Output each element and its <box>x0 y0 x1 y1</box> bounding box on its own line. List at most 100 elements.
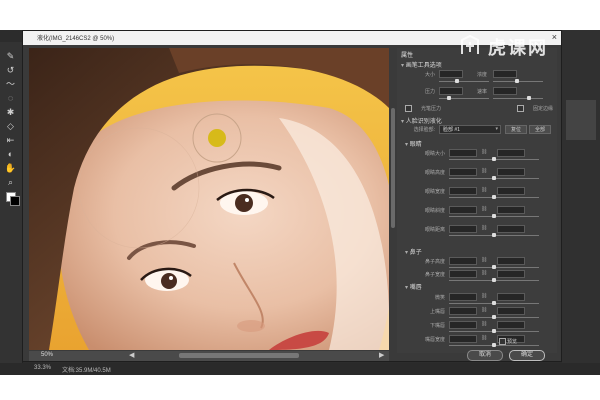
vertical-scrollbar-thumb[interactable] <box>391 108 395 228</box>
link-icon[interactable]: ⛓ <box>481 225 487 231</box>
brush-density-label: 浓度 <box>476 72 487 78</box>
nose-row-slider-knob[interactable] <box>492 278 496 282</box>
nose-row-left-field[interactable] <box>449 270 477 278</box>
bloat-tool-icon[interactable]: ◇ <box>3 120 18 132</box>
push-left-tool-icon[interactable]: ⇤ <box>3 134 18 146</box>
eye-row-right-field[interactable] <box>497 206 525 214</box>
status-zoom: 33.3% <box>34 365 52 371</box>
image-canvas[interactable] <box>29 48 389 350</box>
nose-row-label: 鼻子高度 <box>424 259 445 265</box>
eye-row-right-field[interactable] <box>497 168 525 176</box>
mouth-row-left-field[interactable] <box>449 293 477 301</box>
eye-row-label: 眼睛大小 <box>424 151 445 157</box>
mouth-row-slider-knob[interactable] <box>492 315 496 319</box>
eye-row-slider-knob[interactable] <box>492 176 496 180</box>
eye-row-right-field[interactable] <box>497 225 525 233</box>
all-button-label: 全部 <box>535 127 546 133</box>
eye-row-label: 眼睛高度 <box>424 170 445 176</box>
brush-density-field[interactable] <box>493 70 517 78</box>
brush-rate-slider[interactable] <box>493 98 543 99</box>
portrait-image <box>29 48 389 350</box>
pen-pressure-label: 光笔压力 <box>420 106 441 112</box>
link-icon[interactable]: ⛓ <box>481 168 487 174</box>
nose-row-right-field[interactable] <box>497 257 525 265</box>
nose-row-label: 鼻子宽度 <box>424 272 445 278</box>
horizontal-scrollbar[interactable] <box>179 353 299 358</box>
preview-checkbox[interactable] <box>499 338 506 345</box>
pucker-tool-icon[interactable]: ✱ <box>3 106 18 118</box>
mouth-row-right-field[interactable] <box>497 321 525 329</box>
vertical-scrollbar[interactable] <box>391 48 395 348</box>
freeze-mask-tool-icon[interactable]: ◐ <box>3 148 18 160</box>
mouth-heading[interactable]: 嘴唇 <box>405 282 422 291</box>
eye-row-left-field[interactable] <box>449 187 477 195</box>
dialog-title: 液化(IMG_2146CS2 @ 50%) <box>37 36 115 42</box>
brush-pressure-slider-knob[interactable] <box>447 96 451 100</box>
zoom-tool-icon[interactable]: ⌕ <box>3 176 18 188</box>
brush-rate-field[interactable] <box>493 87 517 95</box>
scroll-left-icon[interactable]: ◀ <box>129 351 134 359</box>
nose-row-right-field[interactable] <box>497 270 525 278</box>
mouth-row-slider-knob[interactable] <box>492 343 496 347</box>
brush-size-slider-knob[interactable] <box>455 79 459 83</box>
reconstruct-tool-icon[interactable]: ↺ <box>3 64 18 76</box>
link-icon[interactable]: ⛓ <box>481 293 487 299</box>
background-color-swatch[interactable] <box>10 196 20 206</box>
nose-row-left-field[interactable] <box>449 257 477 265</box>
nose-row-slider-knob[interactable] <box>492 265 496 269</box>
link-icon[interactable]: ⛓ <box>481 257 487 263</box>
cancel-button[interactable]: 取消 <box>467 350 503 361</box>
reset-button-label: 复位 <box>511 127 522 133</box>
eye-row-slider-knob[interactable] <box>492 233 496 237</box>
eye-row-left-field[interactable] <box>449 206 477 214</box>
photoshop-window: ✎ ↺ 〜 ◌ ✱ ◇ ⇤ ◐ ✋ ⌕ 液化(IMG_2146CS2 @ 50%… <box>0 30 600 375</box>
eye-row-slider-knob[interactable] <box>492 195 496 199</box>
mouth-row-slider-knob[interactable] <box>492 301 496 305</box>
mouth-row-label: 下嘴唇 <box>429 323 445 329</box>
mouth-row-left-field[interactable] <box>449 321 477 329</box>
twirl-tool-icon[interactable]: ◌ <box>3 92 18 104</box>
nose-heading[interactable]: 鼻子 <box>405 247 422 256</box>
select-face-value: 脸部 #1 <box>443 127 460 133</box>
eye-row-slider-knob[interactable] <box>492 214 496 218</box>
chevron-down-icon: ▾ <box>495 126 498 132</box>
eye-row-left-field[interactable] <box>449 149 477 157</box>
brush-size-slider[interactable] <box>439 81 489 82</box>
mouth-row-left-field[interactable] <box>449 335 477 343</box>
eye-row-left-field[interactable] <box>449 225 477 233</box>
eye-row-slider-knob[interactable] <box>492 157 496 161</box>
link-icon[interactable]: ⛓ <box>481 149 487 155</box>
eye-row-right-field[interactable] <box>497 187 525 195</box>
link-icon[interactable]: ⛓ <box>481 187 487 193</box>
brush-pressure-label: 压力 <box>424 89 435 95</box>
select-face-dropdown[interactable]: 脸部 #1 ▾ <box>439 125 501 134</box>
link-icon[interactable]: ⛓ <box>481 270 487 276</box>
mouth-row-left-field[interactable] <box>449 307 477 315</box>
reset-button[interactable]: 复位 <box>505 125 527 134</box>
eyes-heading[interactable]: 眼睛 <box>405 139 422 148</box>
scroll-right-icon[interactable]: ▶ <box>379 351 384 359</box>
mouth-row-label: 嘴唇宽度 <box>424 337 445 343</box>
ok-button[interactable]: 确定 <box>509 350 545 361</box>
mouth-row-slider-knob[interactable] <box>492 329 496 333</box>
brush-density-slider-knob[interactable] <box>515 79 519 83</box>
properties-panel: 属性 画笔工具选项 大小 浓度 压力 速率 光笔压力 固定边缘 人脸识别液化 选… <box>397 48 557 353</box>
pin-edges-label: 固定边缘 <box>532 106 553 112</box>
eye-row-right-field[interactable] <box>497 149 525 157</box>
link-icon[interactable]: ⛓ <box>481 307 487 313</box>
all-button[interactable]: 全部 <box>529 125 551 134</box>
huke-logo-icon <box>461 34 479 54</box>
link-icon[interactable]: ⛓ <box>481 206 487 212</box>
warp-tool-icon[interactable]: ✎ <box>3 50 18 62</box>
eye-row-left-field[interactable] <box>449 168 477 176</box>
mouth-row-right-field[interactable] <box>497 307 525 315</box>
link-icon[interactable]: ⛓ <box>481 321 487 327</box>
smooth-tool-icon[interactable]: 〜 <box>3 78 18 90</box>
brush-rate-slider-knob[interactable] <box>527 96 531 100</box>
status-document-size: 文档:35.9M/40.5M <box>62 368 111 374</box>
mouth-row-right-field[interactable] <box>497 293 525 301</box>
hand-tool-icon[interactable]: ✋ <box>3 162 18 174</box>
link-icon[interactable]: ⛓ <box>481 335 487 341</box>
face-aware-liquify-heading[interactable]: 人脸识别液化 <box>401 116 442 125</box>
brush-options-heading[interactable]: 画笔工具选项 <box>401 60 442 69</box>
